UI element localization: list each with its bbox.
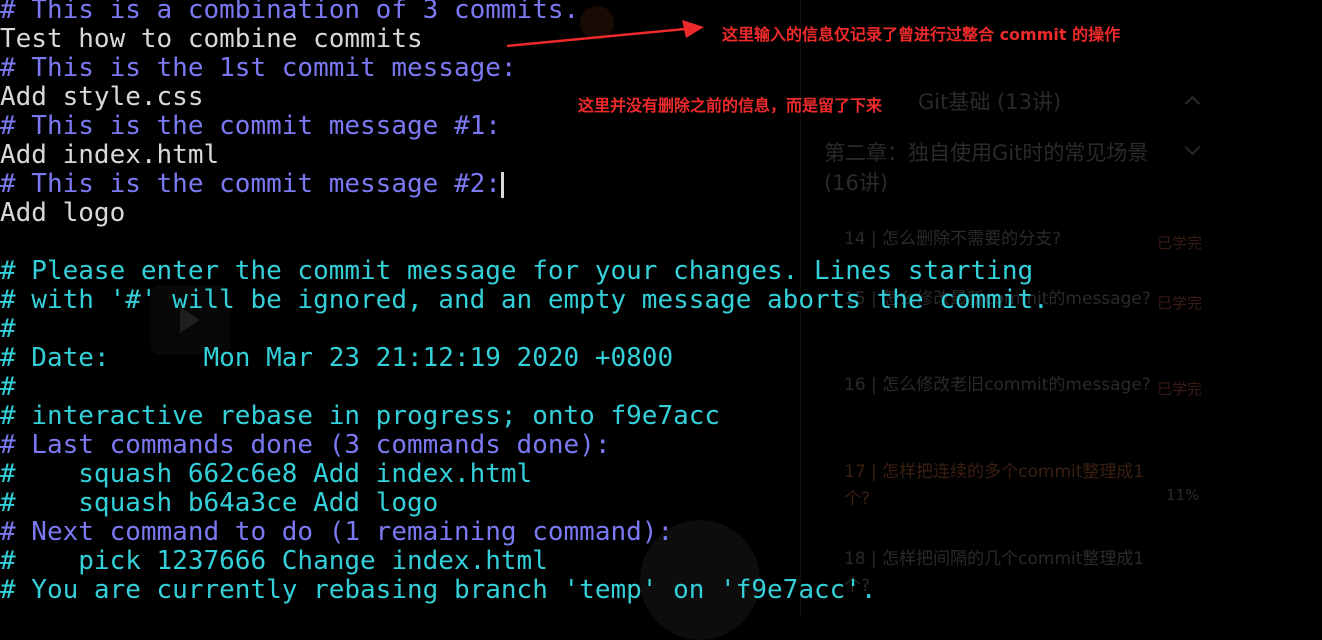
annotation-arrow <box>506 20 704 48</box>
